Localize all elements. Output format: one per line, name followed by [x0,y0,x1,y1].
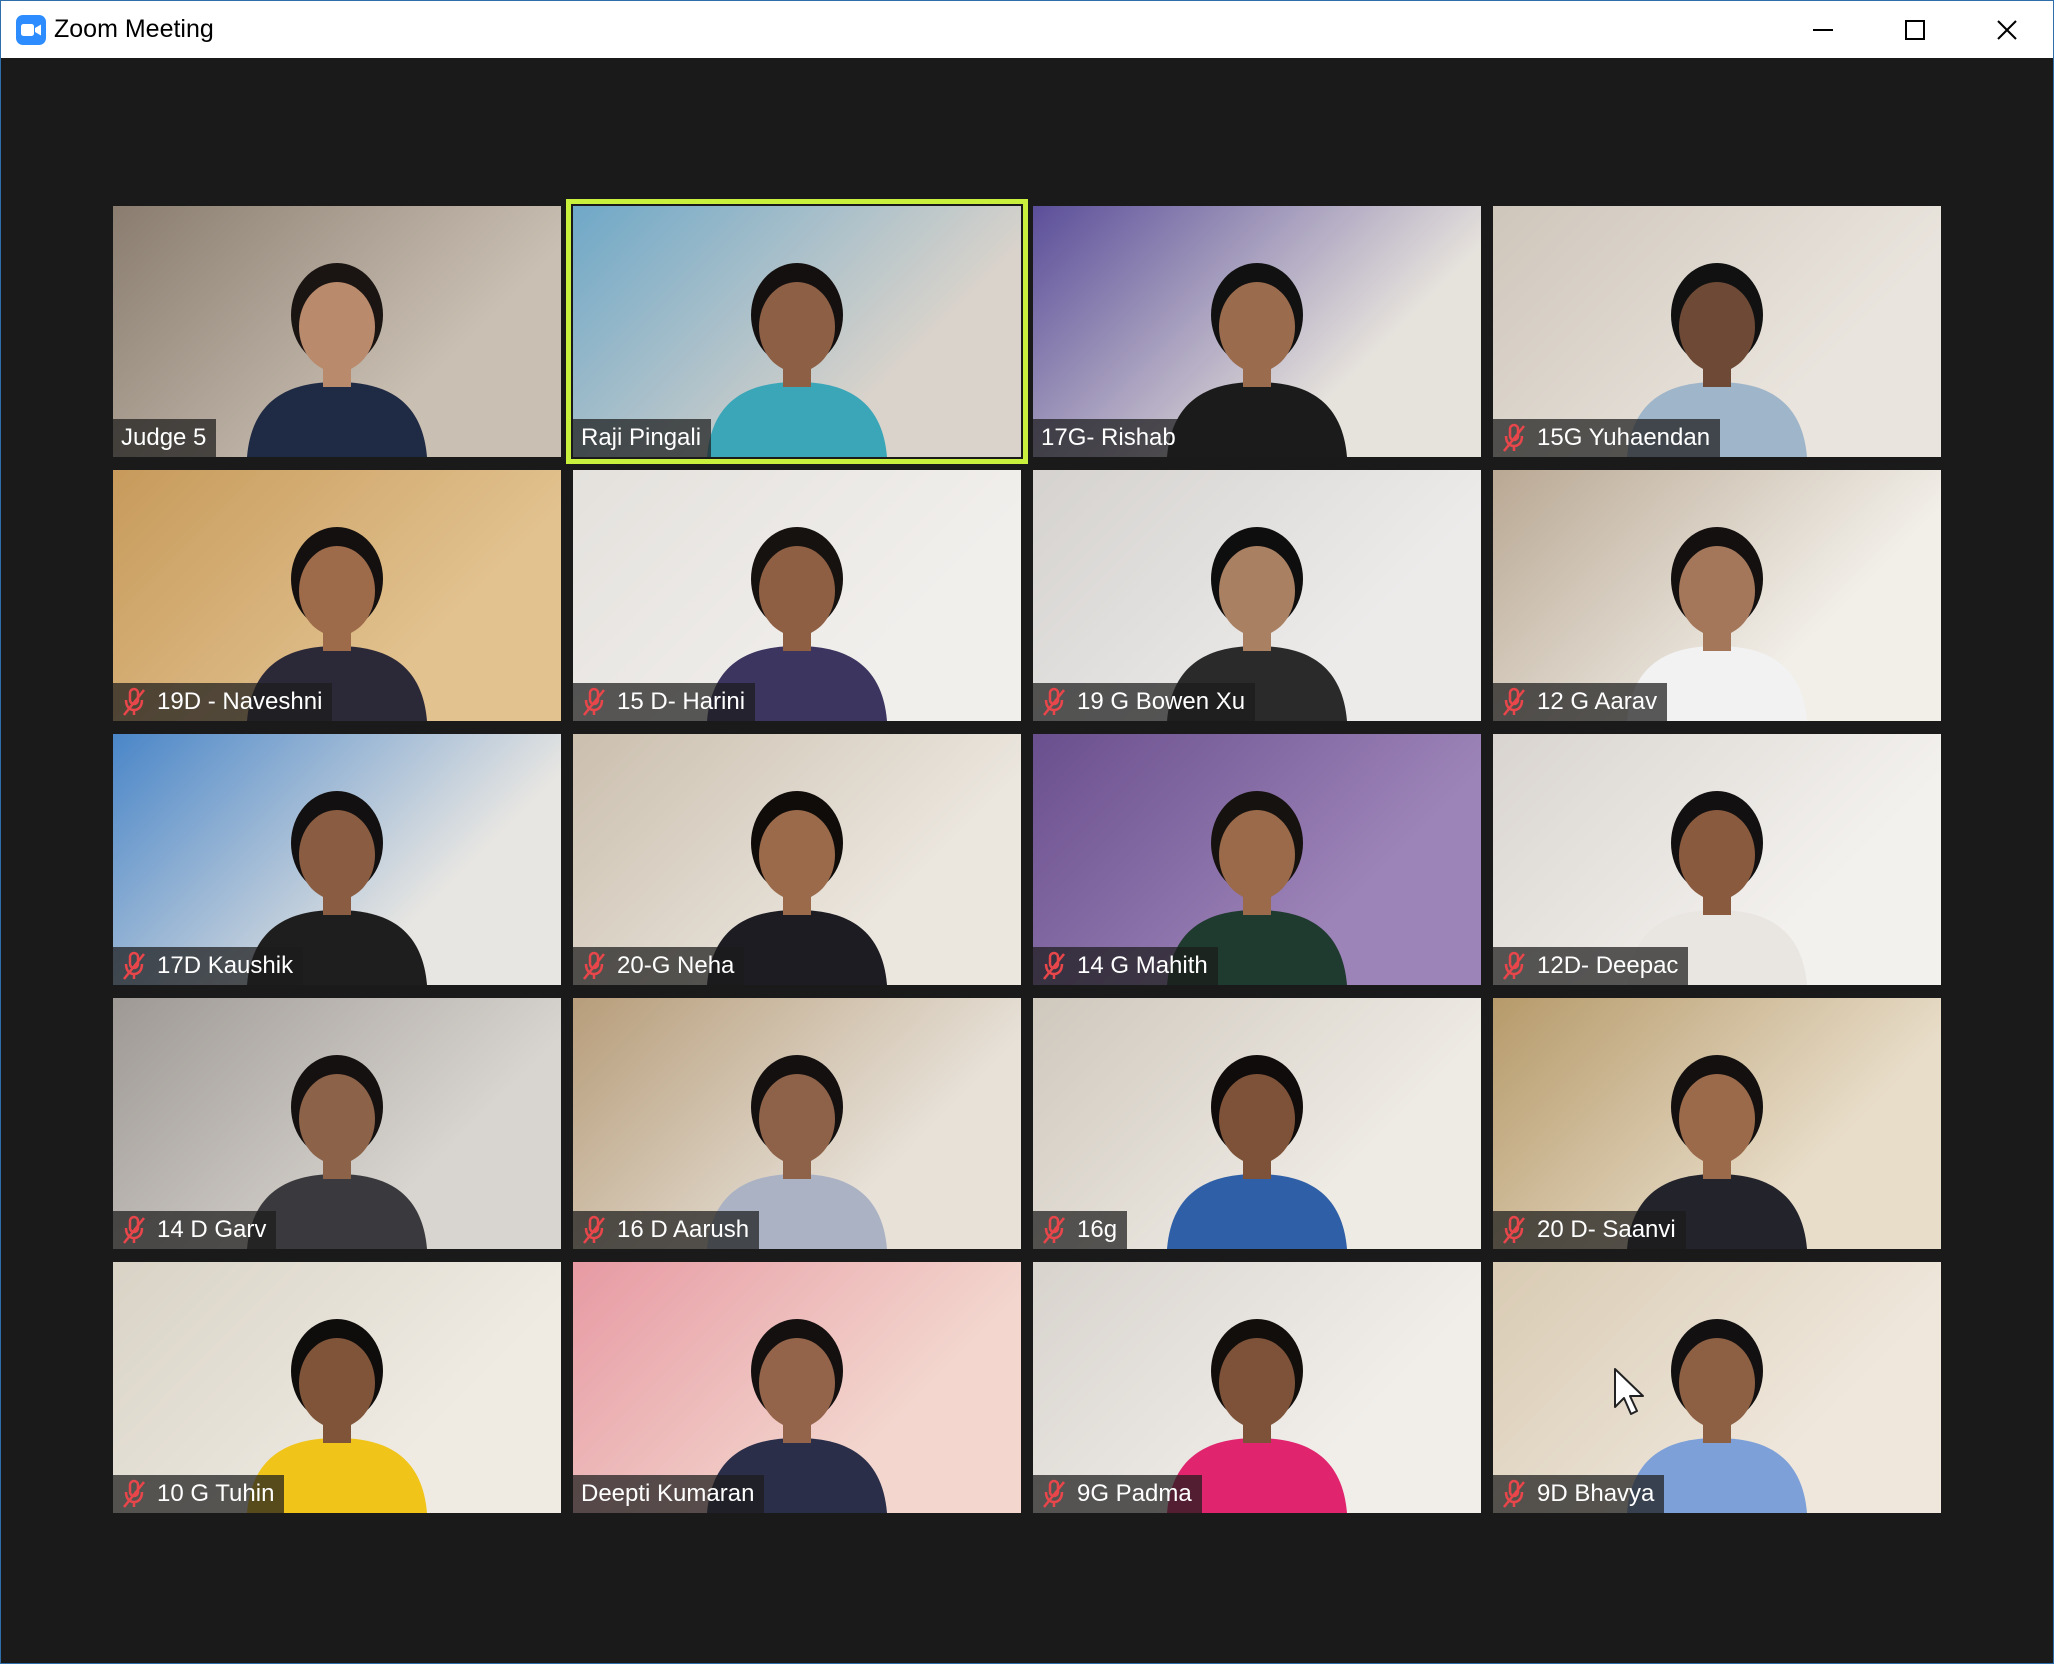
muted-mic-icon [123,1479,145,1508]
participant-nameplate: 14 G Mahith [1033,947,1218,985]
participant-nameplate: 12D- Deepac [1493,947,1689,985]
muted-mic-icon [123,1215,145,1244]
muted-mic-icon [1043,1479,1065,1508]
close-icon [1997,19,2017,40]
participant-name: Judge 5 [121,424,207,451]
participant-tile[interactable]: 9D Bhavya [1493,1262,1941,1513]
participant-tile[interactable]: 12 G Aarav [1493,470,1941,721]
participant-name: Deepti Kumaran [581,1480,755,1507]
participant-name: 20 D- Saanvi [1537,1216,1676,1243]
gallery-view: Judge 5 Raji Pingali 17G- Rishab 15G Yuhaen… [1,58,2053,1663]
participant-name: 19D - Naveshni [157,688,323,715]
title-bar[interactable]: Zoom Meeting [1,1,2053,58]
participant-nameplate: 15G Yuhaendan [1493,419,1721,457]
participant-nameplate: Raji Pingali [573,419,712,457]
participant-name: 9G Padma [1077,1480,1192,1507]
maximize-button[interactable] [1869,1,1961,58]
participant-name: 14 G Mahith [1077,952,1208,979]
participant-nameplate: 17G- Rishab [1033,419,1186,457]
participant-name: 12 G Aarav [1537,688,1658,715]
window-controls [1777,1,2053,58]
muted-mic-icon [583,687,605,716]
muted-mic-icon [1503,423,1525,452]
maximize-icon [1905,19,1925,40]
participant-name: 16 D Aarush [617,1216,750,1243]
participant-tile[interactable]: 12D- Deepac [1493,734,1941,985]
participant-nameplate: 16g [1033,1211,1128,1249]
participant-name: 12D- Deepac [1537,952,1679,979]
participant-name: 17G- Rishab [1041,424,1176,451]
participant-nameplate: 10 G Tuhin [113,1475,285,1513]
close-button[interactable] [1961,1,2053,58]
participant-nameplate: 9G Padma [1033,1475,1202,1513]
participant-name: 14 D Garv [157,1216,267,1243]
participant-nameplate: 20 D- Saanvi [1493,1211,1686,1249]
participant-tile[interactable]: 15 D- Harini [573,470,1021,721]
participant-name: 10 G Tuhin [157,1480,275,1507]
participant-video [707,263,887,457]
participant-nameplate: 15 D- Harini [573,683,756,721]
participant-tile[interactable]: 15G Yuhaendan [1493,206,1941,457]
muted-mic-icon [1043,1215,1065,1244]
muted-mic-icon [1043,687,1065,716]
participant-tile[interactable]: 14 G Mahith [1033,734,1481,985]
participant-tile[interactable]: Deepti Kumaran [573,1262,1021,1513]
participant-name: 20-G Neha [617,952,735,979]
participant-name: 9D Bhavya [1537,1480,1655,1507]
muted-mic-icon [1503,1215,1525,1244]
minimize-icon [1813,28,1833,31]
participant-tile[interactable]: 19 G Bowen Xu [1033,470,1481,721]
participant-tile[interactable]: 16g [1033,998,1481,1249]
participant-name: 19 G Bowen Xu [1077,688,1246,715]
participant-tile[interactable]: 20 D- Saanvi [1493,998,1941,1249]
participant-nameplate: 14 D Garv [113,1211,277,1249]
participant-nameplate: 19D - Naveshni [113,683,333,721]
participant-name: Raji Pingali [581,424,702,451]
participant-nameplate: 17D Kaushik [113,947,304,985]
muted-mic-icon [1503,1479,1525,1508]
participant-nameplate: 16 D Aarush [573,1211,760,1249]
participant-nameplate: 19 G Bowen Xu [1033,683,1256,721]
muted-mic-icon [123,951,145,980]
participant-tile[interactable]: 10 G Tuhin [113,1262,561,1513]
participant-name: 15G Yuhaendan [1537,424,1711,451]
participant-tile[interactable]: 17G- Rishab [1033,206,1481,457]
participant-name: 15 D- Harini [617,688,746,715]
minimize-button[interactable] [1777,1,1869,58]
participant-name: 16g [1077,1216,1118,1243]
mouse-cursor-icon [1614,1368,1644,1415]
muted-mic-icon [583,951,605,980]
muted-mic-icon [1043,951,1065,980]
participant-video [247,263,427,457]
muted-mic-icon [123,687,145,716]
muted-mic-icon [583,1215,605,1244]
participant-tile[interactable]: 20-G Neha [573,734,1021,985]
participant-grid: Judge 5 Raji Pingali 17G- Rishab 15G Yuhaen… [113,199,1943,1513]
participant-tile[interactable]: 14 D Garv [113,998,561,1249]
participant-name: 17D Kaushik [157,952,294,979]
participant-nameplate: 20-G Neha [573,947,745,985]
participant-nameplate: 9D Bhavya [1493,1475,1665,1513]
participant-tile[interactable]: 16 D Aarush [573,998,1021,1249]
participant-tile[interactable]: Raji Pingali [566,199,1028,464]
muted-mic-icon [1503,951,1525,980]
participant-tile[interactable]: Judge 5 [113,206,561,457]
participant-video [1167,1055,1347,1249]
zoom-camera-icon [16,14,46,45]
zoom-meeting-window: Zoom Meeting Judge 5 Raji Pingali 17G- Ris… [0,0,2054,1664]
participant-nameplate: 12 G Aarav [1493,683,1668,721]
muted-mic-icon [1503,687,1525,716]
participant-tile[interactable]: 9G Padma [1033,1262,1481,1513]
participant-nameplate: Deepti Kumaran [573,1475,765,1513]
participant-video [1167,263,1347,457]
participant-tile[interactable]: 17D Kaushik [113,734,561,985]
window-title: Zoom Meeting [54,15,214,43]
participant-tile[interactable]: 19D - Naveshni [113,470,561,721]
participant-nameplate: Judge 5 [113,419,217,457]
